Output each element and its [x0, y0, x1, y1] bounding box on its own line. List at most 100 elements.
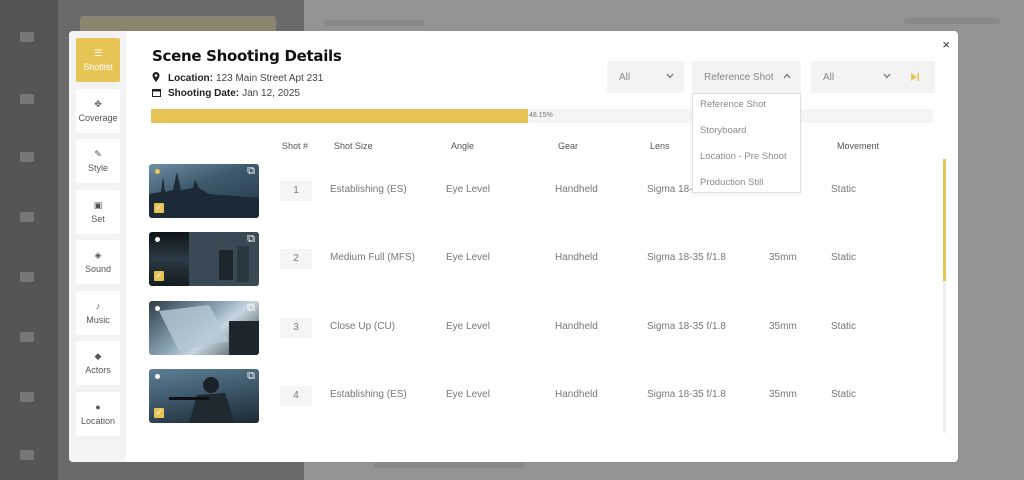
angle: Eye Level — [446, 389, 490, 400]
checkbox-checked[interactable]: ✓ — [154, 271, 164, 281]
column-header-gear: Gear — [558, 141, 579, 151]
location-label: Location: — [168, 72, 213, 84]
nav-music[interactable]: ♪ Music — [76, 291, 120, 335]
angle: Eye Level — [446, 184, 490, 195]
status-dot — [155, 374, 160, 379]
shot-row[interactable]: ⧉ ✓ 1 Establishing (ES) Eye Level Handhe… — [149, 164, 939, 220]
background-icon — [20, 212, 34, 222]
shot-number: 2 — [280, 249, 312, 269]
shot-size: Establishing (ES) — [330, 389, 407, 400]
shot-thumbnail[interactable]: ⧉ ✓ — [149, 369, 259, 423]
angle: Eye Level — [446, 321, 490, 332]
skip-next-icon[interactable] — [905, 67, 925, 87]
filter-select-1[interactable]: All — [607, 61, 684, 93]
external-link-icon[interactable]: ⧉ — [247, 165, 255, 178]
background-icon — [20, 450, 34, 460]
progress-fill — [151, 109, 528, 123]
external-link-icon[interactable]: ⧉ — [247, 302, 255, 315]
shot-number: 1 — [280, 181, 312, 201]
focal-length: 35mm — [769, 389, 797, 400]
sound-icon: ◈ — [94, 250, 102, 260]
modal-title: Scene Shooting Details — [152, 47, 342, 65]
background-line — [324, 20, 424, 26]
filter-select-3-value: All — [823, 71, 835, 83]
shooting-date-info: Shooting Date: Jan 12, 2025 — [152, 88, 300, 99]
focal-length: 35mm — [769, 321, 797, 332]
background-icon — [20, 272, 34, 282]
modal-side-nav: ☰ Shotlist ✥ Coverage ✎ Style ▣ Set ◈ So… — [69, 31, 126, 462]
checkbox-checked[interactable]: ✓ — [154, 203, 164, 213]
dropdown-option-reference-shot[interactable]: Reference Shot — [693, 94, 800, 120]
calendar-icon — [152, 88, 164, 99]
status-dot — [155, 237, 160, 242]
external-link-icon[interactable]: ⧉ — [247, 233, 255, 246]
status-dot — [155, 306, 160, 311]
dropdown-option-location-pre-shoot[interactable]: Location - Pre Shoot — [693, 146, 800, 172]
dropdown-option-storyboard[interactable]: Storyboard — [693, 120, 800, 146]
nav-location[interactable]: ● Location — [76, 392, 120, 436]
dropdown-option-production-still[interactable]: Production Still — [693, 172, 800, 198]
media-type-dropdown: Reference Shot Storyboard Location - Pre… — [692, 93, 801, 193]
progress-label: 48.15% — [529, 112, 553, 119]
external-link-icon[interactable]: ⧉ — [247, 370, 255, 383]
nav-coverage[interactable]: ✥ Coverage — [76, 89, 120, 133]
background-line — [374, 462, 524, 468]
date-value: Jan 12, 2025 — [242, 88, 300, 99]
nav-sound[interactable]: ◈ Sound — [76, 240, 120, 284]
nav-label: Shotlist — [83, 62, 113, 72]
background-icon — [20, 32, 34, 42]
nav-label: Sound — [84, 264, 112, 274]
nav-label: Actors — [85, 365, 111, 375]
move-icon: ✥ — [94, 99, 102, 109]
location-info: Location: 123 Main Street Apt 231 — [152, 72, 323, 84]
chevron-down-icon — [883, 71, 891, 81]
nav-actors[interactable]: ◆ Actors — [76, 341, 120, 385]
movement: Static — [831, 252, 857, 263]
filter-select-1-value: All — [619, 71, 631, 83]
shot-row[interactable]: ⧉ ✓ 2 Medium Full (MFS) Eye Level Handhe… — [149, 232, 939, 288]
filter-select-3[interactable]: All — [811, 61, 901, 93]
status-dot — [155, 169, 160, 174]
scene-shooting-details-modal: ☰ Shotlist ✥ Coverage ✎ Style ▣ Set ◈ So… — [69, 31, 958, 462]
date-label: Shooting Date: — [168, 88, 240, 99]
chevron-down-icon — [666, 71, 674, 81]
media-type-select[interactable]: Reference Shot — [692, 61, 801, 93]
lens: Sigma 18-35 f/1.8 — [647, 252, 726, 263]
gear: Handheld — [555, 184, 598, 195]
checkbox-checked[interactable]: ✓ — [154, 408, 164, 418]
background-line — [904, 18, 1000, 24]
shot-row[interactable]: ⧉ 3 Close Up (CU) Eye Level Handheld Sig… — [149, 301, 939, 357]
nav-label: Style — [87, 163, 108, 173]
actors-icon: ◆ — [94, 351, 102, 361]
angle: Eye Level — [446, 252, 490, 263]
nav-label: Set — [91, 214, 105, 224]
shot-size: Close Up (CU) — [330, 321, 396, 332]
shot-number: 3 — [280, 318, 312, 338]
nav-shotlist[interactable]: ☰ Shotlist — [76, 38, 120, 82]
column-header-lens: Lens — [650, 141, 670, 151]
shot-row[interactable]: ⧉ ✓ 4 Establishing (ES) Eye Level Handhe… — [149, 369, 939, 425]
movement: Static — [831, 389, 857, 400]
background-icon — [20, 392, 34, 402]
column-header-angle: Angle — [451, 141, 475, 151]
column-header-shot: Shot # — [282, 141, 309, 151]
movement: Static — [831, 321, 857, 332]
shot-thumbnail[interactable]: ⧉ ✓ — [149, 232, 259, 286]
set-icon: ▣ — [93, 200, 103, 210]
shot-thumbnail[interactable]: ⧉ — [149, 301, 259, 355]
shot-number: 4 — [280, 386, 312, 406]
lens: Sigma 18-3 — [647, 184, 699, 195]
nav-label: Music — [86, 315, 110, 325]
close-icon[interactable]: × — [942, 37, 950, 52]
nav-set[interactable]: ▣ Set — [76, 190, 120, 234]
column-header-shot-size: Shot Size — [334, 141, 373, 151]
music-note-icon: ♪ — [95, 301, 101, 311]
map-pin-icon: ● — [95, 402, 101, 412]
magic-wand-icon: ✎ — [94, 149, 102, 159]
scrollbar-thumb[interactable] — [943, 159, 946, 281]
list-icon: ☰ — [93, 48, 103, 58]
map-pin-icon — [152, 72, 164, 84]
nav-style[interactable]: ✎ Style — [76, 139, 120, 183]
shot-thumbnail[interactable]: ⧉ ✓ — [149, 164, 259, 218]
lens: Sigma 18-35 f/1.8 — [647, 321, 726, 332]
